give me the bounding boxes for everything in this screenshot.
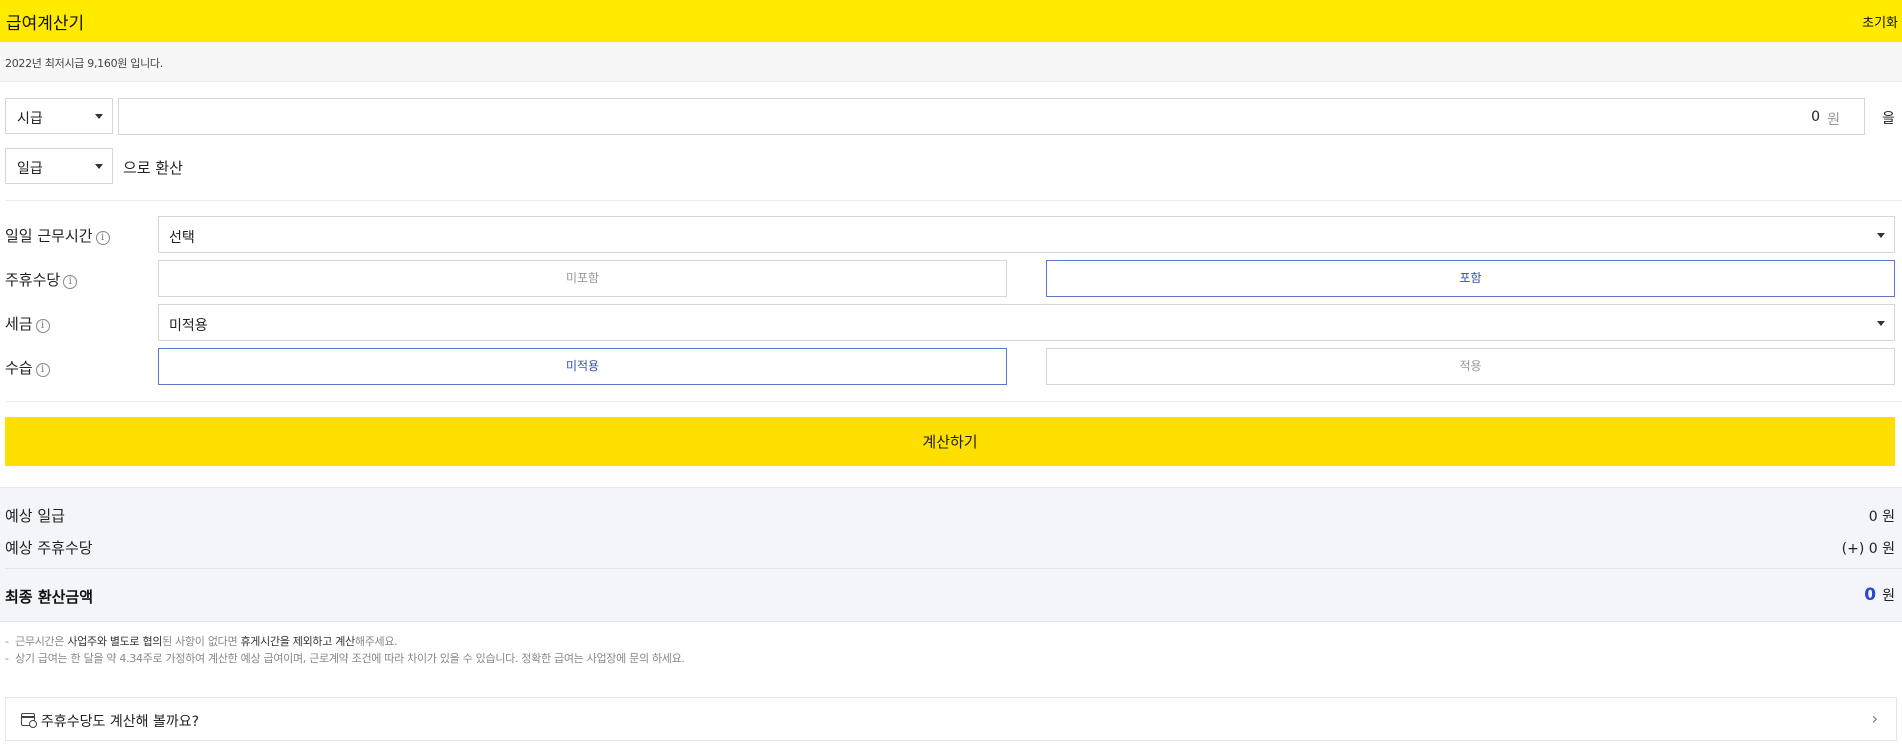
- notice-text: 2022년 최저시급 9,160원 입니다.: [5, 57, 163, 70]
- amount-value: 0: [1811, 109, 1820, 125]
- calculate-button[interactable]: 계산하기: [5, 417, 1895, 466]
- weekly-allowance-label: 주휴수당 i: [5, 269, 78, 290]
- divider: [5, 200, 1902, 201]
- app-header: 급여계산기 초기화: [0, 0, 1902, 42]
- tax-label-text: 세금: [5, 315, 33, 333]
- probation-not-applied-button[interactable]: 미적용: [158, 348, 1007, 385]
- calendar-icon: [21, 713, 37, 728]
- divider: [5, 401, 1902, 402]
- tax-select[interactable]: 미적용: [158, 304, 1895, 341]
- note-line-1: - 근무시간은 사업주와 별도로 협의된 사항이 없다면 휴게시간을 제외하고 …: [5, 635, 398, 648]
- chevron-down-icon: [95, 164, 103, 169]
- info-icon[interactable]: i: [35, 319, 50, 333]
- link-label: 주휴수당도 계산해 볼까요?: [41, 714, 200, 730]
- tax-label: 세금 i: [5, 313, 50, 334]
- note-emphasis: 사업주와 별도로 협의: [67, 635, 163, 648]
- object-particle: 을: [1882, 111, 1895, 127]
- to-unit-value: 일급: [17, 161, 43, 177]
- chevron-right-icon: ›: [1871, 709, 1878, 728]
- weekly-allowance-result-value: (+) 0 원: [1841, 541, 1895, 557]
- convert-suffix: 으로 환산: [123, 159, 183, 177]
- probation-label-text: 수습: [5, 359, 33, 377]
- final-amount-value: 0: [1864, 585, 1877, 605]
- from-unit-value: 시급: [17, 111, 43, 127]
- work-hours-label-text: 일일 근무시간: [5, 227, 93, 245]
- reset-button[interactable]: 초기화: [1862, 12, 1898, 31]
- work-hours-value: 선택: [169, 230, 195, 246]
- daily-wage-label: 예상 일급: [5, 507, 65, 525]
- final-amount-label: 최종 환산금액: [5, 588, 94, 606]
- weekly-allowance-include-button[interactable]: 포함: [1046, 260, 1895, 297]
- info-icon[interactable]: i: [35, 363, 50, 377]
- page-title: 급여계산기: [6, 14, 85, 34]
- amount-input[interactable]: 0 원: [118, 98, 1865, 135]
- probation-label: 수습 i: [5, 357, 50, 378]
- divider: [5, 568, 1902, 569]
- minimum-wage-notice: 2022년 최저시급 9,160원 입니다.: [0, 42, 1902, 82]
- final-amount: 0원: [1864, 585, 1895, 605]
- info-icon[interactable]: i: [95, 231, 110, 245]
- to-unit-select[interactable]: 일급: [5, 148, 113, 184]
- probation-applied-button[interactable]: 적용: [1046, 348, 1895, 385]
- note-line-2: - 상기 급여는 한 달을 약 4.34주로 가정하여 계산한 예상 급여이며,…: [5, 652, 685, 665]
- weekly-allowance-result-label: 예상 주휴수당: [5, 539, 93, 557]
- from-unit-select[interactable]: 시급: [5, 98, 113, 134]
- chevron-down-icon: [1877, 233, 1885, 238]
- work-hours-label: 일일 근무시간 i: [5, 225, 110, 246]
- final-amount-unit: 원: [1882, 588, 1895, 604]
- result-panel: 예상 일급 0 원 예상 주휴수당 (+) 0 원 최종 환산금액 0원: [0, 487, 1902, 622]
- notes: - 근무시간은 사업주와 별도로 협의된 사항이 없다면 휴게시간을 제외하고 …: [5, 633, 685, 667]
- tax-value: 미적용: [169, 318, 208, 334]
- chevron-down-icon: [1877, 321, 1885, 326]
- chevron-down-icon: [95, 114, 103, 119]
- weekly-allowance-calculator-link[interactable]: 주휴수당도 계산해 볼까요? ›: [5, 697, 1897, 741]
- daily-wage-value: 0 원: [1868, 509, 1895, 525]
- weekly-allowance-label-text: 주휴수당: [5, 271, 61, 289]
- info-icon[interactable]: i: [63, 275, 78, 289]
- work-hours-select[interactable]: 선택: [158, 216, 1895, 253]
- amount-unit: 원: [1827, 112, 1840, 128]
- note-emphasis: 휴게시간을 제외하고 계산: [240, 635, 355, 648]
- weekly-allowance-exclude-button[interactable]: 미포함: [158, 260, 1007, 297]
